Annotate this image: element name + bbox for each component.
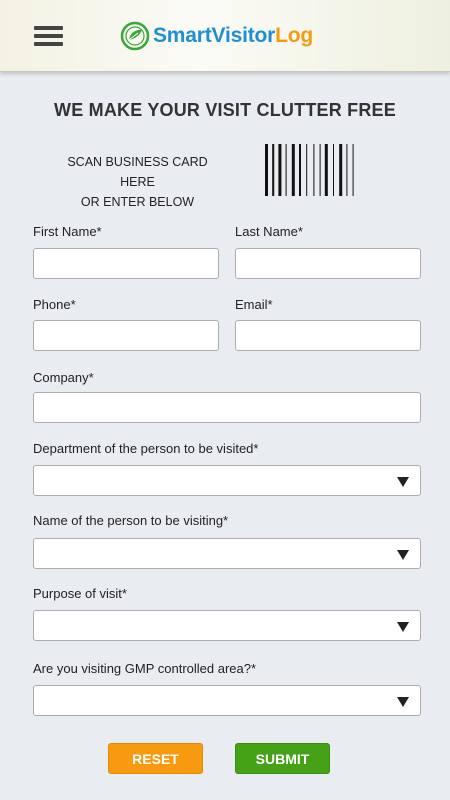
scan-line-2: OR ENTER BELOW — [80, 195, 195, 209]
logo-text-smart: Smart — [153, 24, 212, 47]
dropdown-arrow-icon — [397, 697, 409, 707]
logo-text-log: Log — [275, 24, 313, 47]
logo-text-visitor: Visitor — [211, 24, 276, 47]
last-name-label: Last Name* — [235, 224, 303, 239]
person-select[interactable] — [33, 538, 421, 569]
logo-text: SmartVisitorLog — [153, 24, 313, 48]
phone-label: Phone* — [33, 297, 76, 312]
app-header: SmartVisitorLog — [0, 0, 450, 72]
dropdown-arrow-icon — [397, 550, 409, 560]
submit-button[interactable]: SUBMIT — [235, 743, 330, 774]
reset-button[interactable]: RESET — [108, 743, 203, 774]
first-name-input[interactable] — [33, 248, 219, 279]
first-name-label: First Name* — [33, 224, 102, 239]
department-label: Department of the person to be visited* — [33, 441, 259, 456]
department-select[interactable] — [33, 465, 421, 496]
company-input[interactable] — [33, 392, 421, 423]
email-input[interactable] — [235, 320, 421, 351]
barcode-icon[interactable] — [265, 144, 385, 196]
company-label: Company* — [33, 370, 94, 385]
scan-instructions: SCAN BUSINESS CARD HERE OR ENTER BELOW — [50, 152, 225, 212]
phone-input[interactable] — [33, 320, 219, 351]
app-logo: SmartVisitorLog — [120, 20, 313, 52]
scan-line-1: SCAN BUSINESS CARD HERE — [67, 155, 208, 189]
gmp-select[interactable] — [33, 685, 421, 716]
person-label: Name of the person to be visiting* — [33, 513, 229, 528]
gmp-label: Are you visiting GMP controlled area?* — [33, 661, 257, 676]
page-title: WE MAKE YOUR VISIT CLUTTER FREE — [54, 100, 396, 120]
last-name-input[interactable] — [235, 248, 421, 279]
email-label: Email* — [235, 297, 273, 312]
hamburger-menu-icon[interactable] — [34, 26, 63, 46]
dropdown-arrow-icon — [397, 622, 409, 632]
purpose-select[interactable] — [33, 610, 421, 641]
leaf-globe-logo-icon — [120, 21, 150, 51]
dropdown-arrow-icon — [397, 477, 409, 487]
purpose-label: Purpose of visit* — [33, 586, 127, 601]
